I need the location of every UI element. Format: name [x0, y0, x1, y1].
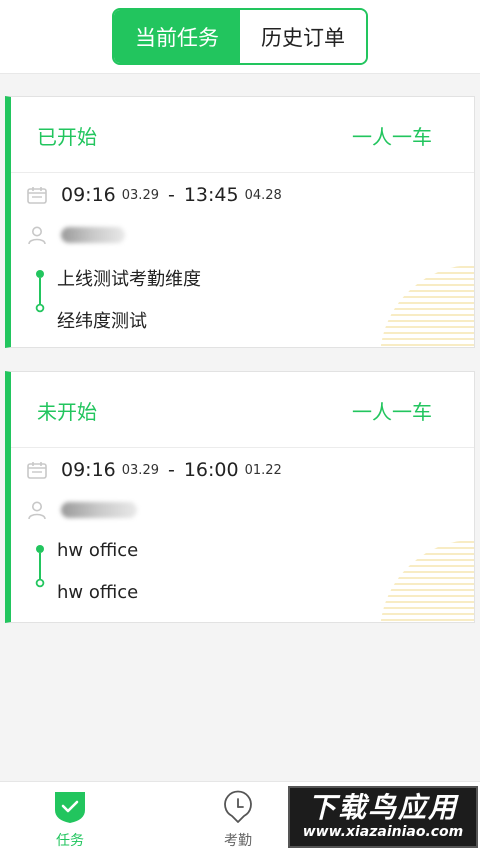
calendar-icon [27, 462, 47, 479]
order-time-row: 09:16 03.29 - 13:45 04.28 [27, 181, 282, 209]
blurred-user-name [61, 227, 125, 243]
tab-order-history[interactable]: 历史订单 [240, 10, 366, 63]
order-card-header: 已开始 一人一车 [11, 97, 474, 173]
order-mode: 一人一车 [352, 400, 432, 424]
order-card[interactable]: 已开始 一人一车 09:16 03.29 - 13:45 04.28 上线测试考… [5, 96, 475, 348]
tab-tasks[interactable]: 任务 [40, 790, 100, 850]
user-icon [28, 226, 46, 245]
start-time: 09:16 [61, 184, 116, 206]
user-icon [28, 501, 46, 520]
order-card-header: 未开始 一人一车 [11, 372, 474, 448]
watermark-title: 下载鸟应用 [307, 791, 458, 824]
decorative-stripes [380, 541, 474, 621]
start-date: 03.29 [121, 462, 159, 478]
route-line-icon [35, 545, 45, 588]
decorative-stripes [380, 266, 474, 346]
route-line-icon [35, 270, 45, 313]
origin-location: 上线测试考勤维度 [57, 269, 201, 290]
start-time: 09:16 [61, 459, 116, 481]
tab-tasks-label: 任务 [56, 833, 84, 849]
tab-attendance[interactable]: 考勤 [208, 790, 268, 850]
tab-current-tasks[interactable]: 当前任务 [114, 10, 240, 63]
time-separator: - [167, 184, 175, 206]
task-segmented-control: 当前任务 历史订单 [112, 8, 368, 65]
calendar-icon [27, 187, 47, 204]
shield-check-icon [55, 792, 85, 823]
order-user-row [27, 496, 137, 524]
watermark-url: www.xiazainiao.com [302, 824, 464, 840]
order-time-row: 09:16 03.29 - 16:00 01.22 [27, 456, 282, 484]
order-status: 未开始 [37, 400, 97, 424]
end-time: 13:45 [183, 184, 239, 206]
time-separator: - [167, 459, 175, 481]
end-time: 16:00 [183, 459, 239, 481]
end-date: 04.28 [244, 187, 282, 203]
tab-attendance-label: 考勤 [224, 833, 252, 849]
order-status: 已开始 [37, 125, 97, 149]
destination-location: hw office [57, 582, 139, 603]
destination-location: 经纬度测试 [57, 311, 147, 332]
watermark-banner: 下载鸟应用 www.xiazainiao.com [288, 786, 478, 848]
blurred-user-name [61, 502, 137, 518]
clock-pin-icon [224, 790, 252, 823]
order-card[interactable]: 未开始 一人一车 09:16 03.29 - 16:00 01.22 hw of… [5, 371, 475, 623]
start-date: 03.29 [121, 187, 159, 203]
order-mode: 一人一车 [352, 125, 432, 149]
order-user-row [27, 221, 125, 249]
end-date: 01.22 [244, 462, 282, 478]
top-header: 当前任务 历史订单 [0, 0, 480, 74]
origin-location: hw office [57, 540, 139, 561]
